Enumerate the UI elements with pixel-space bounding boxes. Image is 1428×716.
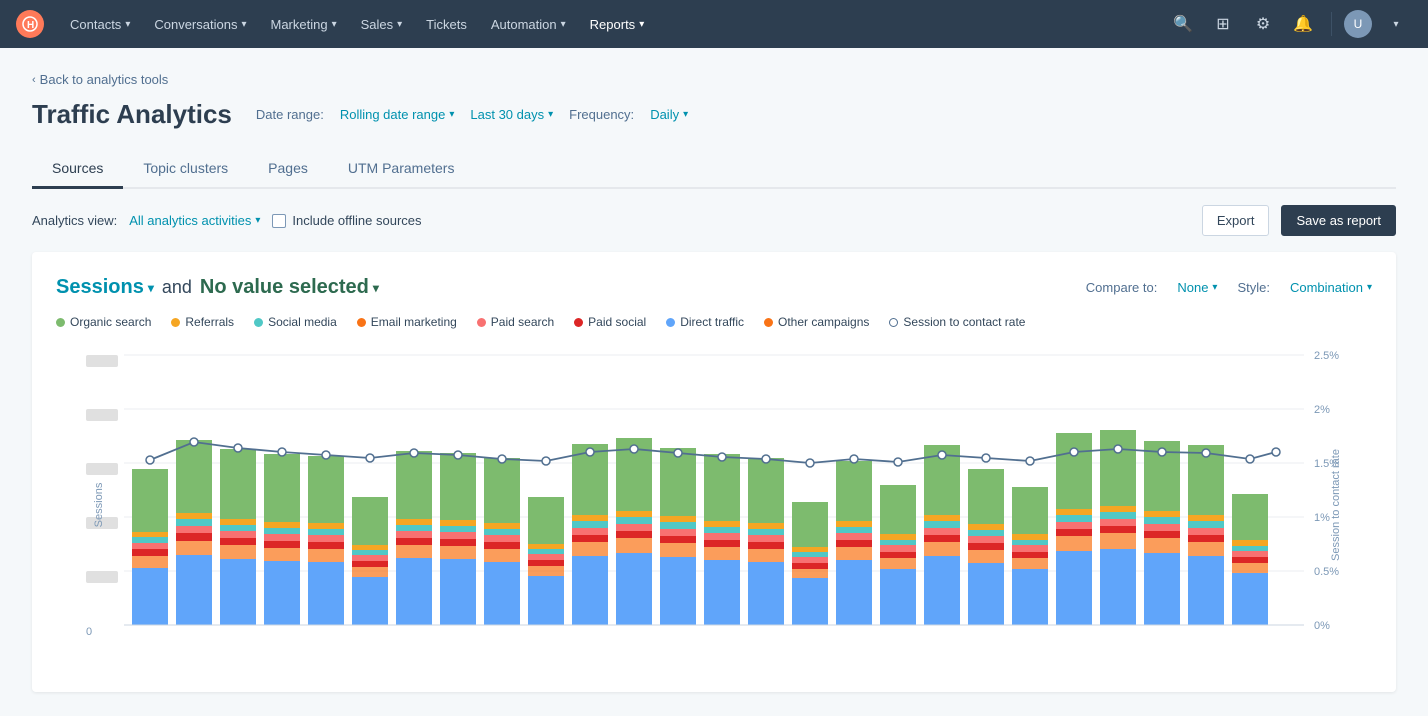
analytics-view-dropdown[interactable]: All analytics activities ▾	[129, 213, 260, 228]
other-campaigns-dot	[764, 318, 773, 327]
style-chevron-icon: ▾	[1367, 282, 1372, 293]
rate-point	[146, 456, 154, 464]
chart-title: Sessions ▾ and No value selected ▾	[56, 276, 379, 299]
export-button[interactable]: Export	[1202, 205, 1270, 236]
and-text: and	[162, 277, 192, 298]
nav-automation[interactable]: Automation ▾	[481, 0, 576, 48]
offline-sources-checkbox-wrapper[interactable]: Include offline sources	[272, 213, 421, 228]
marketing-chevron-icon: ▾	[332, 19, 337, 30]
chart-svg: 2.5% 2% 1.5% 1% 0.5% 0% 0 Sessions Sessi…	[56, 345, 1372, 665]
conversations-chevron-icon: ▾	[241, 19, 246, 30]
svg-text:Session to contact rate: Session to contact rate	[1330, 449, 1342, 561]
offline-sources-checkbox[interactable]	[272, 214, 286, 228]
svg-text:0%: 0%	[1314, 620, 1330, 632]
sales-chevron-icon: ▾	[397, 19, 402, 30]
analytics-view-label: Analytics view:	[32, 213, 117, 228]
social-media-dot	[254, 318, 263, 327]
date-period-chevron-icon: ▾	[548, 109, 553, 120]
metric2-chevron-icon: ▾	[373, 281, 379, 295]
legend-email-marketing: Email marketing	[357, 315, 457, 329]
direct-traffic-dot	[666, 318, 675, 327]
svg-text:H: H	[27, 20, 34, 31]
nav-marketing[interactable]: Marketing ▾	[260, 0, 346, 48]
search-icon[interactable]: 🔍	[1167, 8, 1199, 40]
chart-legend: Organic search Referrals Social media Em…	[56, 315, 1372, 329]
back-chevron-icon: ‹	[32, 74, 36, 86]
account-chevron-icon[interactable]: ▾	[1380, 8, 1412, 40]
svg-text:1%: 1%	[1314, 512, 1330, 524]
nav-tickets[interactable]: Tickets	[416, 0, 477, 48]
legend-session-contact-rate: Session to contact rate	[889, 315, 1025, 329]
top-navigation: H Contacts ▾ Conversations ▾ Marketing ▾…	[0, 0, 1428, 48]
settings-icon[interactable]: ⚙	[1247, 8, 1279, 40]
nav-contacts[interactable]: Contacts ▾	[60, 0, 140, 48]
paid-social-dot	[574, 318, 583, 327]
referrals-dot	[171, 318, 180, 327]
analytics-view-chevron-icon: ▾	[255, 215, 260, 226]
svg-text:0.5%: 0.5%	[1314, 566, 1339, 578]
tab-bar: Sources Topic clusters Pages UTM Paramet…	[32, 150, 1396, 189]
svg-text:2%: 2%	[1314, 404, 1330, 416]
save-as-report-button[interactable]: Save as report	[1281, 205, 1396, 236]
offline-sources-label: Include offline sources	[292, 213, 421, 228]
main-content: ‹ Back to analytics tools Traffic Analyt…	[0, 48, 1428, 716]
legend-direct-traffic: Direct traffic	[666, 315, 744, 329]
svg-text:0: 0	[86, 626, 92, 638]
nav-conversations[interactable]: Conversations ▾	[144, 0, 256, 48]
legend-social-media: Social media	[254, 315, 337, 329]
style-dropdown[interactable]: Combination ▾	[1290, 280, 1372, 295]
contacts-chevron-icon: ▾	[125, 19, 130, 30]
svg-text:Sessions: Sessions	[93, 482, 105, 527]
legend-paid-social: Paid social	[574, 315, 646, 329]
compare-dropdown[interactable]: None ▾	[1177, 280, 1217, 295]
legend-other-campaigns: Other campaigns	[764, 315, 869, 329]
legend-organic-search: Organic search	[56, 315, 151, 329]
legend-paid-search: Paid search	[477, 315, 554, 329]
reports-chevron-icon: ▾	[639, 19, 644, 30]
date-range-label: Date range:	[256, 107, 324, 122]
session-contact-rate-icon	[889, 318, 898, 327]
date-range-dropdown[interactable]: Rolling date range ▾	[340, 107, 455, 122]
compare-chevron-icon: ▾	[1212, 282, 1217, 293]
nav-divider	[1331, 12, 1332, 36]
tab-sources[interactable]: Sources	[32, 150, 123, 189]
tab-topic-clusters[interactable]: Topic clusters	[123, 150, 248, 189]
user-avatar[interactable]: U	[1344, 10, 1372, 38]
legend-referrals: Referrals	[171, 315, 234, 329]
frequency-chevron-icon: ▾	[683, 109, 688, 120]
toolbar: Analytics view: All analytics activities…	[32, 189, 1396, 252]
chart-card: Sessions ▾ and No value selected ▾ Compa…	[32, 252, 1396, 692]
header-controls: Date range: Rolling date range ▾ Last 30…	[256, 107, 688, 122]
date-range-chevron-icon: ▾	[449, 109, 454, 120]
chart-controls: Compare to: None ▾ Style: Combination ▾	[1086, 280, 1372, 295]
paid-search-dot	[477, 318, 486, 327]
svg-text:2.5%: 2.5%	[1314, 350, 1339, 362]
nav-sales[interactable]: Sales ▾	[351, 0, 413, 48]
page-title: Traffic Analytics	[32, 99, 232, 130]
metric1-dropdown[interactable]: Sessions ▾	[56, 276, 154, 299]
chart-header: Sessions ▾ and No value selected ▾ Compa…	[56, 276, 1372, 299]
tab-utm-parameters[interactable]: UTM Parameters	[328, 150, 475, 189]
topnav-icons: 🔍 ⊞ ⚙ 🔔 U ▾	[1167, 8, 1412, 40]
organic-search-dot	[56, 318, 65, 327]
marketplace-icon[interactable]: ⊞	[1207, 8, 1239, 40]
metric1-chevron-icon: ▾	[148, 281, 154, 295]
hubspot-logo[interactable]: H	[16, 10, 44, 38]
metric2-dropdown[interactable]: No value selected ▾	[200, 276, 379, 299]
compare-label: Compare to:	[1086, 280, 1158, 295]
back-link[interactable]: ‹ Back to analytics tools	[32, 72, 1396, 87]
frequency-dropdown[interactable]: Daily ▾	[650, 107, 688, 122]
style-label: Style:	[1237, 280, 1270, 295]
email-marketing-dot	[357, 318, 366, 327]
page-header: Traffic Analytics Date range: Rolling da…	[32, 99, 1396, 130]
date-period-dropdown[interactable]: Last 30 days ▾	[470, 107, 553, 122]
tab-pages[interactable]: Pages	[248, 150, 328, 189]
nav-reports[interactable]: Reports ▾	[580, 0, 655, 48]
automation-chevron-icon: ▾	[561, 19, 566, 30]
frequency-label: Frequency:	[569, 107, 634, 122]
chart-area: 2.5% 2% 1.5% 1% 0.5% 0% 0 Sessions Sessi…	[56, 345, 1372, 668]
notifications-icon[interactable]: 🔔	[1287, 8, 1319, 40]
